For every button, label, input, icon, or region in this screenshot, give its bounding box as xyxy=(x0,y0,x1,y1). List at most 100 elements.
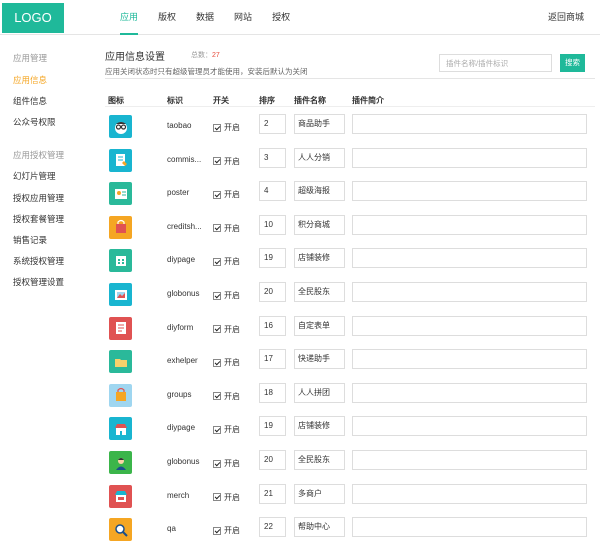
plugin-desc-input[interactable] xyxy=(352,517,587,538)
sidebar-item-auth-packages[interactable]: 授权套餐管理 xyxy=(13,213,64,225)
plugin-name-input[interactable]: 多商户 xyxy=(294,483,345,504)
enable-checkbox[interactable] xyxy=(213,493,221,502)
sidebar-item-auth-apps[interactable]: 授权应用管理 xyxy=(13,192,64,204)
enable-switch[interactable]: 开启 xyxy=(213,290,240,301)
plugin-mark: taobao xyxy=(167,121,192,130)
enable-checkbox[interactable] xyxy=(213,123,221,132)
sort-input[interactable]: 2 xyxy=(259,114,286,134)
nav-item-data[interactable]: 数据 xyxy=(196,0,214,35)
plugin-desc-input[interactable] xyxy=(352,315,587,336)
plugin-name-input[interactable]: 快递助手 xyxy=(294,349,345,370)
plugin-name-input[interactable]: 积分商城 xyxy=(294,214,345,235)
enable-switch[interactable]: 开启 xyxy=(213,324,240,335)
sort-input[interactable]: 4 xyxy=(259,181,286,202)
sidebar-item-auth-settings[interactable]: 授权管理设置 xyxy=(13,276,64,288)
plugin-name-input[interactable]: 自定表单 xyxy=(294,315,345,336)
sort-input[interactable]: 19 xyxy=(259,416,286,437)
table-row: diyform 开启 16 自定表单 xyxy=(95,314,600,347)
enable-label: 开启 xyxy=(224,492,240,502)
plugin-desc-input[interactable] xyxy=(352,416,587,437)
sidebar-item-slides[interactable]: 幻灯片管理 xyxy=(13,170,56,182)
plugin-name-input[interactable]: 商品助手 xyxy=(294,114,345,134)
column-header-switch: 开关 xyxy=(213,96,229,105)
enable-label: 开启 xyxy=(224,123,240,132)
nav-item-auth[interactable]: 授权 xyxy=(272,0,290,35)
enable-switch[interactable]: 开启 xyxy=(213,256,240,267)
enable-checkbox[interactable] xyxy=(213,526,221,535)
plugin-name-input[interactable]: 全民股东 xyxy=(294,282,345,302)
sort-input[interactable]: 19 xyxy=(259,248,286,269)
nav-item-copyright[interactable]: 版权 xyxy=(158,0,176,35)
plugin-desc-input[interactable] xyxy=(352,147,587,168)
enable-checkbox[interactable] xyxy=(213,224,221,233)
plugin-desc-input[interactable] xyxy=(352,382,587,403)
enable-checkbox[interactable] xyxy=(213,291,221,300)
plugin-name-input[interactable]: 店铺装修 xyxy=(294,416,345,437)
enable-switch[interactable]: 开启 xyxy=(213,424,240,435)
plugin-name-input[interactable]: 帮助中心 xyxy=(294,517,345,538)
sort-input[interactable]: 3 xyxy=(259,147,286,168)
group-bag-icon xyxy=(109,383,132,407)
sidebar-item-wechat-permissions[interactable]: 公众号权限 xyxy=(13,116,56,128)
sort-input[interactable]: 20 xyxy=(259,450,286,470)
table-row: globonus 开启 20 全民股东 xyxy=(95,448,600,481)
sidebar-item-app-info[interactable]: 应用信息 xyxy=(13,74,47,86)
sort-input[interactable]: 21 xyxy=(259,483,286,504)
plugin-desc-input[interactable] xyxy=(352,483,587,504)
enable-checkbox[interactable] xyxy=(213,190,221,199)
enable-checkbox[interactable] xyxy=(213,325,221,334)
sidebar-item-sales-records[interactable]: 销售记录 xyxy=(13,234,47,246)
plugin-desc-input[interactable] xyxy=(352,181,587,202)
enable-label: 开启 xyxy=(224,190,240,200)
sort-input[interactable]: 18 xyxy=(259,382,286,403)
sort-input[interactable]: 22 xyxy=(259,517,286,538)
plugin-mark: qa xyxy=(167,524,176,534)
enable-switch[interactable]: 开启 xyxy=(213,525,240,536)
sort-input[interactable]: 20 xyxy=(259,282,286,302)
enable-label: 开启 xyxy=(224,291,240,300)
enable-checkbox[interactable] xyxy=(213,358,221,367)
total-count: 总数：27 xyxy=(191,50,220,60)
sidebar-item-components[interactable]: 组件信息 xyxy=(13,95,47,107)
logo[interactable]: LOGO xyxy=(2,3,64,33)
search-button[interactable]: 搜索 xyxy=(560,54,585,72)
back-to-shop-link[interactable]: 返回商城 xyxy=(548,0,584,35)
enable-checkbox[interactable] xyxy=(213,257,221,266)
enable-switch[interactable]: 开启 xyxy=(213,189,240,200)
plugin-desc-input[interactable] xyxy=(352,349,587,370)
enable-switch[interactable]: 开启 xyxy=(213,122,240,133)
plugin-mark: groups xyxy=(167,389,192,399)
plugin-mark: globonus xyxy=(167,457,200,466)
plugin-desc-input[interactable] xyxy=(352,282,587,302)
plugin-name-input[interactable]: 全民股东 xyxy=(294,450,345,470)
plugin-name-input[interactable]: 店铺装修 xyxy=(294,248,345,269)
enable-switch[interactable]: 开启 xyxy=(213,492,240,503)
plugin-name-input[interactable]: 超级海报 xyxy=(294,181,345,202)
plugin-desc-input[interactable] xyxy=(352,450,587,470)
sidebar-item-system-auth[interactable]: 系统授权管理 xyxy=(13,255,64,267)
column-header-sort: 排序 xyxy=(259,96,275,105)
table-row: qa 开启 22 帮助中心 xyxy=(95,515,600,548)
search-input[interactable] xyxy=(439,54,552,72)
enable-switch[interactable]: 开启 xyxy=(213,223,240,234)
enable-switch[interactable]: 开启 xyxy=(213,458,240,469)
nav-item-site[interactable]: 网站 xyxy=(234,0,252,35)
page-title: 应用信息设置 xyxy=(105,52,165,63)
enable-switch[interactable]: 开启 xyxy=(213,156,240,167)
enable-switch[interactable]: 开启 xyxy=(213,357,240,368)
enable-switch[interactable]: 开启 xyxy=(213,391,240,402)
plugin-desc-input[interactable] xyxy=(352,214,587,235)
nav-item-apps[interactable]: 应用 xyxy=(120,0,139,35)
enable-checkbox[interactable] xyxy=(213,459,221,468)
enable-checkbox[interactable] xyxy=(213,157,221,166)
plugin-desc-input[interactable] xyxy=(352,248,587,269)
sort-input[interactable]: 16 xyxy=(259,315,286,336)
plugin-name-input[interactable]: 人人分销 xyxy=(294,147,345,168)
plugin-desc-input[interactable] xyxy=(352,114,587,134)
sort-input[interactable]: 17 xyxy=(259,349,286,370)
enable-checkbox[interactable] xyxy=(213,392,221,401)
plugin-name-input[interactable]: 人人拼团 xyxy=(294,382,345,403)
calendar-grid-icon xyxy=(109,249,132,273)
sort-input[interactable]: 10 xyxy=(259,214,286,235)
enable-checkbox[interactable] xyxy=(213,425,221,434)
